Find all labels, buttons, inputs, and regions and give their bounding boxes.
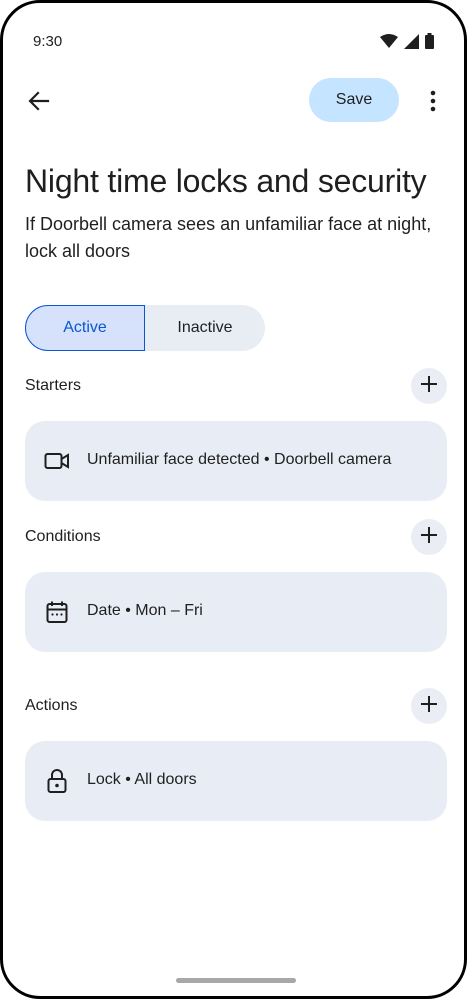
page-subtitle: If Doorbell camera sees an unfamiliar fa… [25, 214, 432, 261]
battery-icon [425, 33, 434, 54]
section-label-actions: Actions [25, 697, 78, 714]
plus-icon [420, 695, 438, 718]
plus-icon [420, 375, 438, 398]
status-time: 9:30 [33, 33, 63, 50]
lock-icon [43, 767, 71, 795]
action-text: Lock • All doors [87, 771, 197, 788]
starter-card[interactable]: Unfamiliar face detected • Doorbell came… [25, 421, 447, 501]
page-title: Night time locks and security [25, 163, 427, 199]
toggle-inactive[interactable]: Inactive [145, 305, 265, 351]
home-indicator[interactable] [176, 978, 296, 983]
phone-frame: 9:30 Save Night time locks and security … [0, 0, 467, 999]
add-action-button[interactable] [411, 688, 447, 724]
wifi-icon [380, 34, 398, 53]
top-app-bar: Save [3, 75, 464, 127]
action-card[interactable]: Lock • All doors [25, 741, 447, 821]
videocam-icon [43, 447, 71, 475]
condition-card[interactable]: Date • Mon – Fri [25, 572, 447, 652]
signal-icon [404, 33, 419, 54]
section-label-conditions: Conditions [25, 528, 101, 545]
toggle-active[interactable]: Active [25, 305, 145, 351]
add-starter-button[interactable] [411, 368, 447, 404]
save-button[interactable]: Save [309, 78, 399, 122]
back-arrow-icon[interactable] [23, 85, 55, 117]
plus-icon [420, 526, 438, 549]
more-vert-icon[interactable] [421, 85, 445, 117]
calendar-icon [43, 598, 71, 626]
status-icons [380, 33, 434, 54]
starter-text: Unfamiliar face detected • Doorbell came… [87, 451, 392, 468]
section-label-starters: Starters [25, 377, 82, 394]
condition-text: Date • Mon – Fri [87, 602, 203, 619]
status-toggle: Active Inactive [25, 305, 265, 351]
add-condition-button[interactable] [411, 519, 447, 555]
